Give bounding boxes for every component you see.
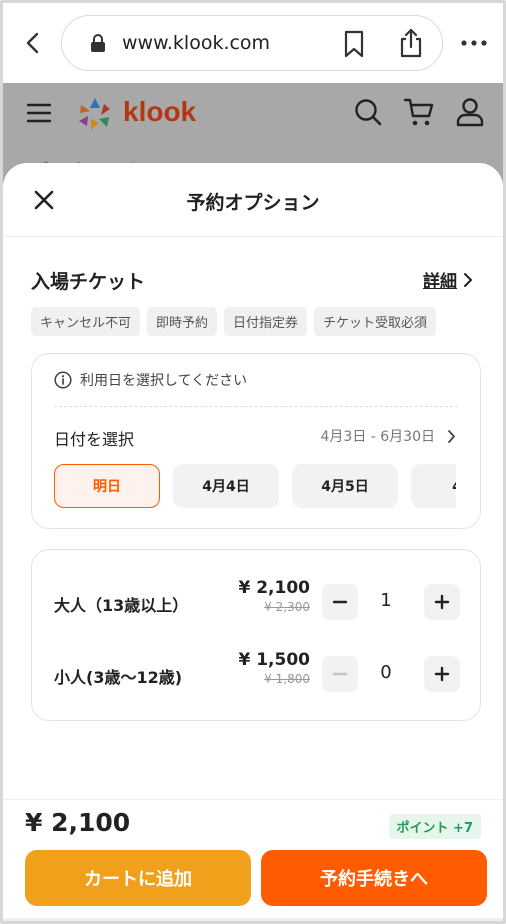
decrease-adult-button[interactable] (322, 584, 358, 620)
quantity-label: 小人(3歳〜12歳) (54, 668, 183, 687)
minus-icon (332, 672, 348, 676)
date-notice: 利用日を選択してください (54, 370, 247, 390)
scroll-edge (456, 454, 480, 524)
quantity-card: 大人（13歳以上） ¥ 2,100 ¥ 2,300 1 小人(3歳〜12歳) ¥… (31, 549, 481, 721)
search-icon[interactable] (353, 97, 383, 127)
user-icon[interactable] (455, 97, 485, 127)
sheet-header: 予約オプション (3, 163, 503, 237)
chevron-right-icon (464, 272, 472, 287)
quantity-row-adult: 大人（13歳以上） ¥ 2,100 ¥ 2,300 1 (32, 576, 480, 636)
date-chips: 明日 4月4日 4月5日 4月 (54, 464, 480, 508)
phone-frame: www.klook.com klook 予約オプション 入場チケット 詳細 キャ… (0, 0, 506, 924)
plus-icon (434, 666, 450, 682)
price-block: ¥ 1,500 ¥ 1,800 (238, 650, 310, 686)
select-date-label: 日付を選択 (54, 430, 135, 449)
date-selection-card: 利用日を選択してください 日付を選択 4月3日 - 6月30日 明日 4月4日 … (31, 353, 481, 529)
details-link[interactable]: 詳細 (423, 267, 473, 292)
price-block: ¥ 2,100 ¥ 2,300 (238, 578, 310, 614)
quantity-value: 0 (380, 662, 392, 683)
bottom-edge (3, 918, 503, 921)
points-badge: ポイント +7 (388, 814, 481, 839)
add-to-cart-button[interactable]: カートに追加 (25, 850, 251, 906)
address-bar[interactable]: www.klook.com (61, 15, 443, 71)
chevron-right-icon (448, 429, 455, 443)
url-text: www.klook.com (122, 32, 271, 54)
date-chip[interactable]: 4月5日 (292, 464, 398, 508)
logo-text: klook (123, 96, 197, 127)
tag: 日付指定券 (224, 307, 308, 336)
klook-logo-mark-icon (79, 98, 110, 130)
increase-child-button[interactable] (424, 656, 460, 692)
date-chip-selected[interactable]: 明日 (54, 464, 160, 508)
sheet-title: 予約オプション (186, 192, 320, 214)
share-icon[interactable] (398, 28, 424, 58)
quantity-label: 大人（13歳以上） (54, 596, 189, 615)
info-icon (54, 371, 72, 389)
price: ¥ 1,500 (238, 650, 310, 670)
browser-bar: www.klook.com (3, 3, 503, 83)
checkout-bar: ¥ 2,100 ポイント +7 カートに追加 予約手続きへ (3, 799, 503, 921)
package-tags: キャンセル不可 即時予約 日付指定券 チケット受取必須 (31, 307, 437, 336)
cart-icon[interactable] (403, 97, 435, 127)
quantity-row-child: 小人(3歳〜12歳) ¥ 1,500 ¥ 1,800 0 (32, 648, 480, 708)
total-price: ¥ 2,100 (25, 808, 131, 837)
lock-icon (91, 34, 105, 52)
plus-icon (434, 594, 450, 610)
package-title: 入場チケット (31, 271, 146, 293)
decrease-child-button[interactable] (322, 656, 358, 692)
tag: チケット受取必須 (314, 307, 437, 336)
back-icon[interactable] (19, 29, 47, 57)
site-header: klook (3, 83, 503, 145)
minus-icon (332, 600, 348, 604)
details-link-label: 詳細 (423, 272, 457, 292)
more-icon[interactable] (459, 29, 489, 57)
date-chip[interactable]: 4月4日 (173, 464, 279, 508)
book-now-button[interactable]: 予約手続きへ (261, 850, 487, 906)
original-price: ¥ 2,300 (264, 600, 310, 614)
date-notice-text: 利用日を選択してください (80, 373, 248, 389)
bookmark-icon[interactable] (342, 30, 366, 58)
original-price: ¥ 1,800 (264, 672, 310, 686)
quantity-value: 1 (380, 590, 392, 611)
date-range-text: 4月3日 - 6月30日 (320, 429, 436, 445)
increase-adult-button[interactable] (424, 584, 460, 620)
menu-icon[interactable] (27, 103, 51, 123)
tag: 即時予約 (147, 307, 218, 336)
tag: キャンセル不可 (31, 307, 141, 336)
price: ¥ 2,100 (238, 578, 310, 598)
date-range-link[interactable]: 4月3日 - 6月30日 (321, 426, 457, 446)
divider (54, 406, 458, 407)
klook-logo[interactable]: klook (75, 95, 215, 133)
